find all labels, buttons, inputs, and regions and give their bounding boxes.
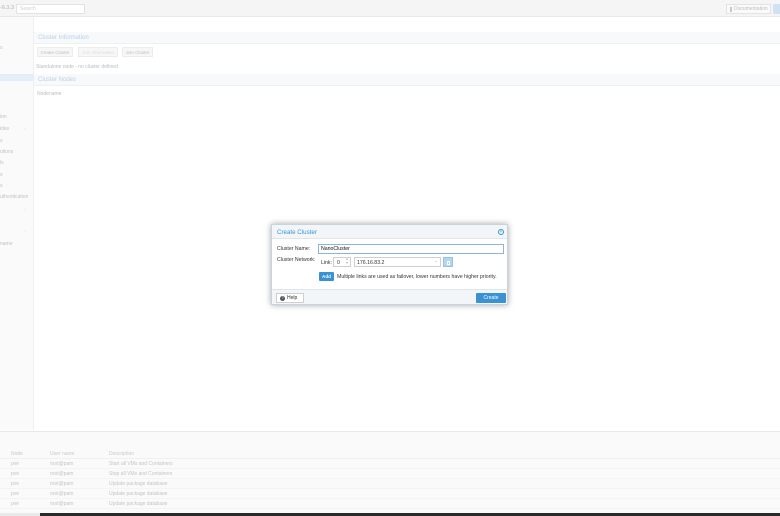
task-description: Start all VMs and Containers bbox=[109, 461, 173, 467]
task-node: pve bbox=[11, 501, 20, 507]
search-input[interactable]: Search bbox=[16, 4, 85, 14]
dialog-footer: ? Help Create bbox=[272, 289, 507, 304]
nav-item[interactable]: s bbox=[0, 138, 3, 144]
task-description: Update package database bbox=[109, 491, 168, 497]
ip-value: 176.16.83.2 bbox=[357, 260, 385, 266]
nav-item[interactable]: ion bbox=[0, 114, 7, 120]
task-node: pve bbox=[11, 481, 20, 487]
table-row[interactable]: pve root@pam Stop all VMs and Containers bbox=[0, 469, 780, 479]
task-user: root@pam bbox=[50, 501, 74, 507]
task-log-header: Node User name Description bbox=[0, 450, 780, 459]
cluster-info-title: Cluster Information bbox=[38, 35, 89, 41]
join-cluster-button[interactable]: Join Cluster bbox=[122, 47, 153, 57]
left-nav: s ion ides › s utions ls s s uthenticati… bbox=[0, 17, 34, 430]
create-button[interactable]: Create bbox=[476, 293, 506, 303]
task-node: pve bbox=[11, 491, 20, 497]
cluster-nodes-header: Cluster Nodes bbox=[34, 74, 780, 86]
nav-selected-highlight bbox=[0, 74, 34, 81]
documentation-button[interactable]: Documentation bbox=[726, 4, 771, 14]
cluster-info-header: Cluster Information bbox=[34, 32, 780, 44]
task-user: root@pam bbox=[50, 471, 74, 477]
nav-item[interactable]: utions bbox=[0, 149, 13, 155]
dialog-title: Create Cluster bbox=[277, 229, 317, 236]
book-icon bbox=[730, 6, 732, 12]
top-header: -6.3.3 Search Documentation bbox=[0, 0, 780, 17]
nav-item[interactable]: s bbox=[0, 45, 3, 51]
table-row[interactable]: pve root@pam Start all VMs and Container… bbox=[0, 459, 780, 469]
chevron-down-icon[interactable]: ⌄ bbox=[432, 258, 440, 266]
node-column-header[interactable]: Node bbox=[11, 451, 23, 457]
nav-item[interactable]: s bbox=[0, 172, 3, 178]
create-cluster-dialog: Create Cluster × Cluster Name: Cluster N… bbox=[271, 224, 508, 305]
join-information-button[interactable]: Join Information bbox=[78, 47, 118, 57]
nav-item[interactable]: ls bbox=[0, 160, 4, 166]
nodename-column-header[interactable]: Nodename bbox=[37, 91, 61, 97]
description-column-header[interactable]: Description bbox=[109, 451, 134, 457]
help-button[interactable]: ? Help bbox=[276, 293, 304, 303]
chevron-right-icon[interactable]: › bbox=[24, 126, 26, 131]
task-description: Stop all VMs and Containers bbox=[109, 471, 173, 477]
task-node: pve bbox=[11, 471, 20, 477]
table-row[interactable]: pve root@pam Update package database bbox=[0, 479, 780, 489]
task-user: root@pam bbox=[50, 461, 74, 467]
table-row[interactable]: pve root@pam Update package database bbox=[0, 499, 780, 509]
nav-item[interactable]: uthentication bbox=[0, 194, 28, 200]
question-circle-icon: ? bbox=[280, 295, 285, 301]
version-label: -6.3.3 bbox=[0, 5, 15, 11]
cluster-network-label: Cluster Network: bbox=[277, 257, 316, 263]
failover-hint: Multiple links are used as failover, low… bbox=[337, 274, 497, 280]
standalone-text: Standalone node - no cluster defined bbox=[36, 64, 118, 70]
dialog-header: Create Cluster × bbox=[272, 225, 507, 239]
table-row[interactable]: pve root@pam Update package database bbox=[0, 489, 780, 499]
create-vm-button[interactable] bbox=[773, 4, 780, 14]
link-label: Link: bbox=[321, 260, 332, 266]
add-link-button[interactable]: Add bbox=[319, 272, 334, 281]
task-user: root@pam bbox=[50, 491, 74, 497]
cluster-nodes-title: Cluster Nodes bbox=[38, 77, 77, 83]
close-circle-icon[interactable]: × bbox=[498, 229, 504, 235]
nav-item[interactable]: s bbox=[0, 183, 3, 189]
chevron-right-icon[interactable]: › bbox=[24, 229, 26, 234]
help-label: Help bbox=[287, 295, 298, 301]
task-node: pve bbox=[11, 461, 20, 467]
documentation-label: Documentation bbox=[734, 6, 768, 12]
link-spinner[interactable]: ▲ ▼ bbox=[344, 257, 350, 267]
remove-link-button[interactable] bbox=[443, 257, 453, 267]
chevron-right-icon[interactable]: › bbox=[24, 207, 26, 212]
cluster-name-label: Cluster Name: bbox=[277, 246, 311, 252]
link-value: 0 bbox=[337, 260, 340, 266]
nav-item[interactable]: ides bbox=[0, 126, 9, 132]
task-description: Update package database bbox=[109, 481, 168, 487]
trash-icon bbox=[447, 261, 450, 265]
nav-item[interactable]: name bbox=[0, 241, 13, 247]
ip-address-combo[interactable]: 176.16.83.2 bbox=[354, 257, 441, 267]
cluster-name-input[interactable] bbox=[318, 244, 504, 254]
user-column-header[interactable]: User name bbox=[50, 451, 74, 457]
task-description: Update package database bbox=[109, 501, 168, 507]
create-cluster-button[interactable]: Create Cluster bbox=[37, 47, 73, 57]
task-user: root@pam bbox=[50, 481, 74, 487]
